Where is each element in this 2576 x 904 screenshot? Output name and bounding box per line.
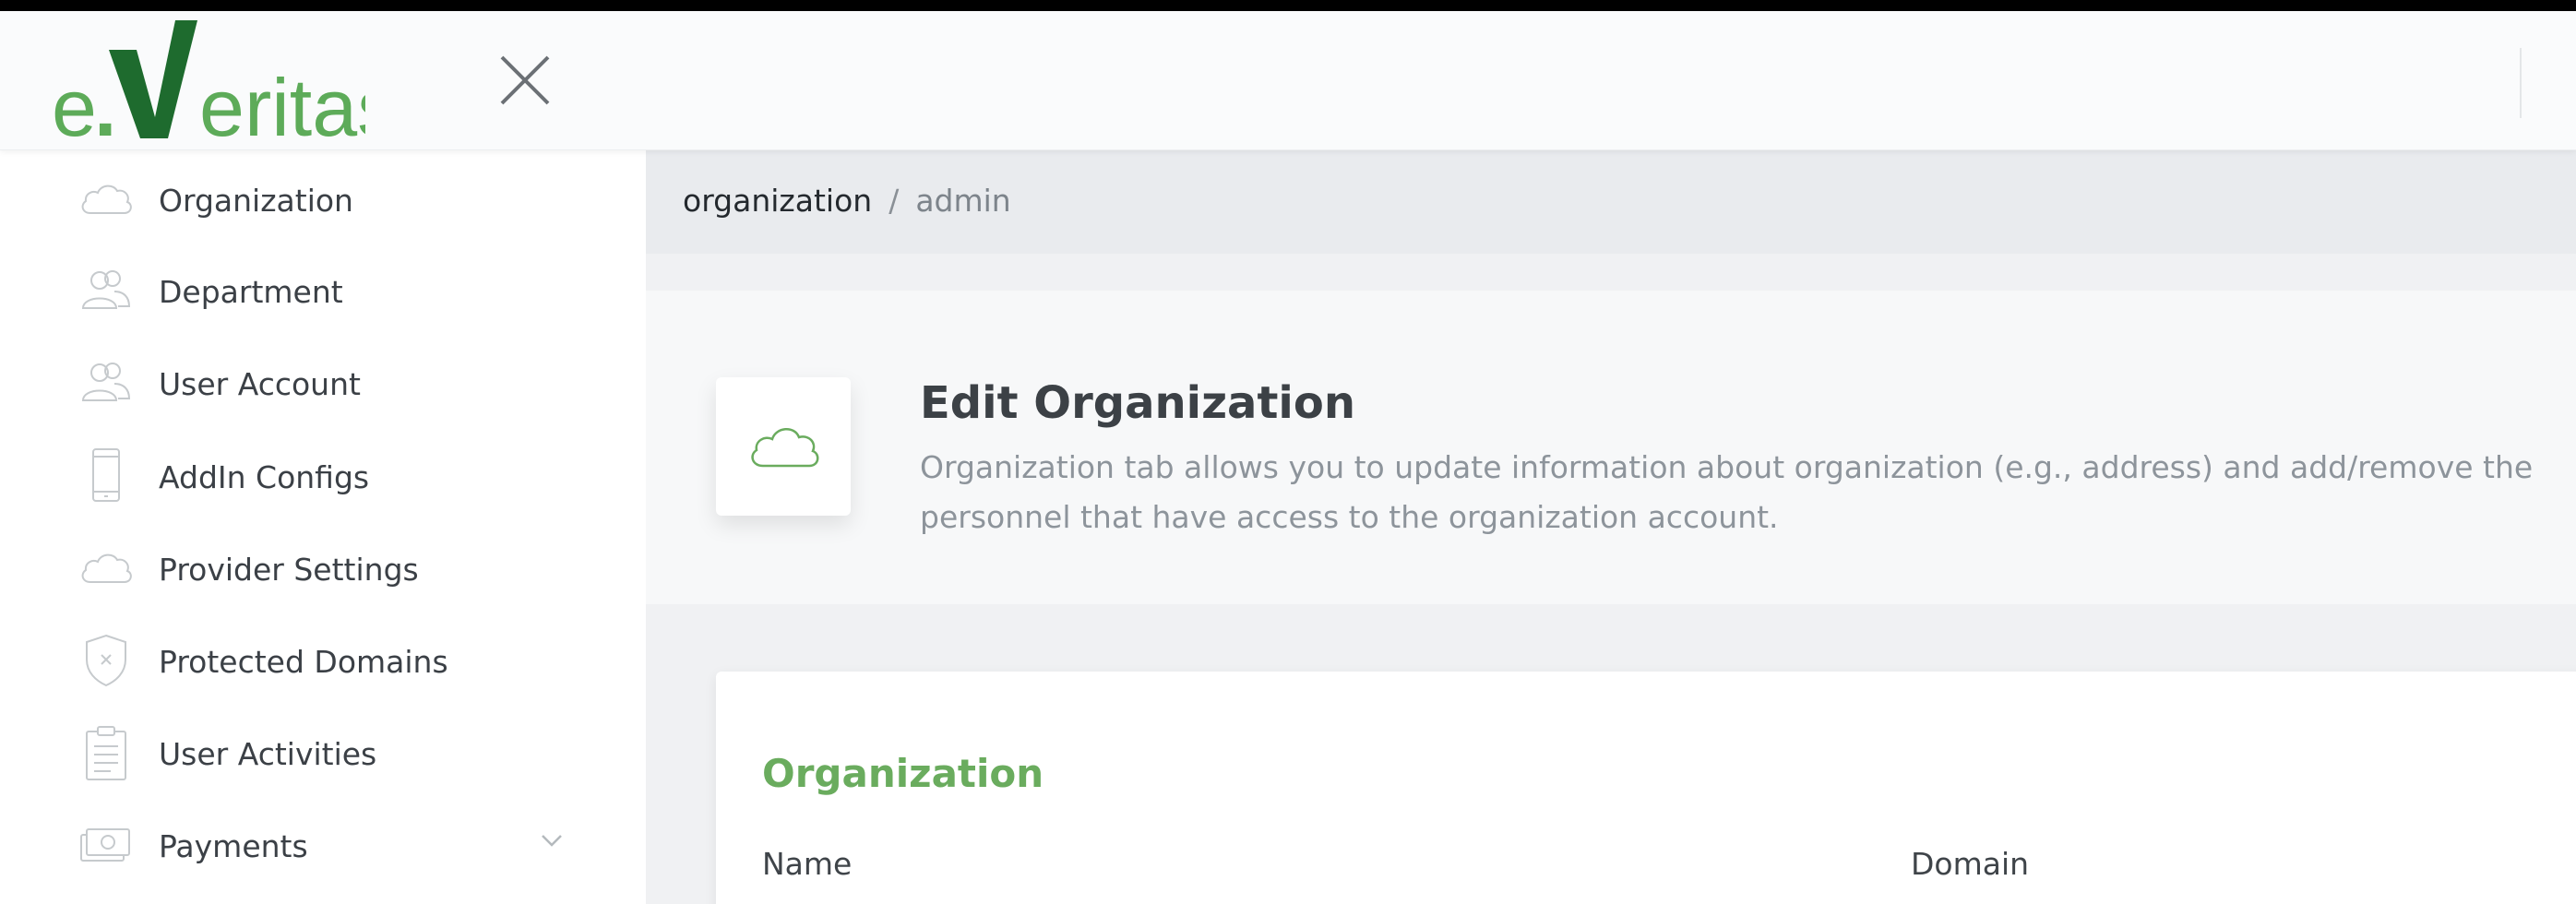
sidebar-item-user-account[interactable]: User Account — [0, 335, 646, 427]
breadcrumb: organization / admin — [683, 185, 1011, 216]
page-header-panel: Edit Organization Organization tab allow… — [646, 291, 2576, 604]
money-icon — [80, 828, 130, 862]
form-section-title: Organization — [762, 751, 1044, 796]
users-icon — [81, 270, 131, 309]
sidebar-item-protected-domains[interactable]: Protected Domains — [0, 612, 646, 704]
organization-form-card: Organization Name Domain — [716, 672, 2576, 904]
sidebar-item-addin-configs[interactable]: AddIn Configs — [0, 427, 646, 519]
cloud-icon — [81, 553, 132, 583]
window-top-strip — [0, 0, 2576, 11]
main-content: organization / admin Edit Organization Org… — [646, 150, 2576, 904]
svg-text:eritas: eritas — [199, 62, 365, 145]
page-icon-box — [716, 377, 851, 516]
sidebar: Organization Department User Account Add… — [0, 150, 646, 904]
page-description: Organization tab allows you to update in… — [920, 449, 2534, 535]
sidebar-item-organization[interactable]: Organization — [0, 150, 646, 243]
sidebar-item-provider-settings[interactable]: Provider Settings — [0, 519, 646, 612]
sidebar-item-label: Protected Domains — [159, 644, 448, 680]
sidebar-item-label: User Activities — [159, 736, 377, 772]
close-icon[interactable] — [496, 52, 554, 109]
sidebar-item-label: Organization — [159, 183, 353, 219]
breadcrumb-bar: organization / admin — [646, 150, 2576, 254]
header-divider — [2520, 48, 2522, 118]
sidebar-item-label: User Account — [159, 366, 361, 402]
sidebar-item-department[interactable]: Department — [0, 243, 646, 335]
breadcrumb-current: admin — [915, 183, 1011, 219]
chevron-down-icon[interactable] — [535, 824, 568, 857]
everitas-logo[interactable]: e . eritas — [52, 20, 365, 145]
clipboard-icon — [86, 726, 126, 780]
svg-text:.: . — [94, 62, 116, 145]
sidebar-item-label: Payments — [159, 828, 308, 864]
page-title: Edit Organization — [920, 377, 1355, 429]
breadcrumb-separator: / — [888, 183, 900, 219]
sidebar-item-label: Provider Settings — [159, 552, 419, 588]
svg-text:e: e — [52, 62, 97, 145]
top-header: e . eritas — [0, 11, 2576, 150]
sidebar-item-payments[interactable]: Payments — [0, 796, 646, 888]
cloud-icon — [751, 428, 819, 468]
sidebar-item-user-activities[interactable]: User Activities — [0, 704, 646, 796]
users-icon — [81, 363, 131, 401]
breadcrumb-link-organization[interactable]: organization — [683, 183, 872, 219]
cloud-icon — [81, 184, 132, 214]
shield-icon — [86, 634, 126, 687]
mobile-icon — [92, 448, 120, 502]
sidebar-item-label: Department — [159, 274, 343, 310]
sidebar-item-label: AddIn Configs — [159, 459, 370, 495]
name-field-label: Name — [762, 846, 853, 882]
domain-field-label: Domain — [1911, 846, 2030, 882]
